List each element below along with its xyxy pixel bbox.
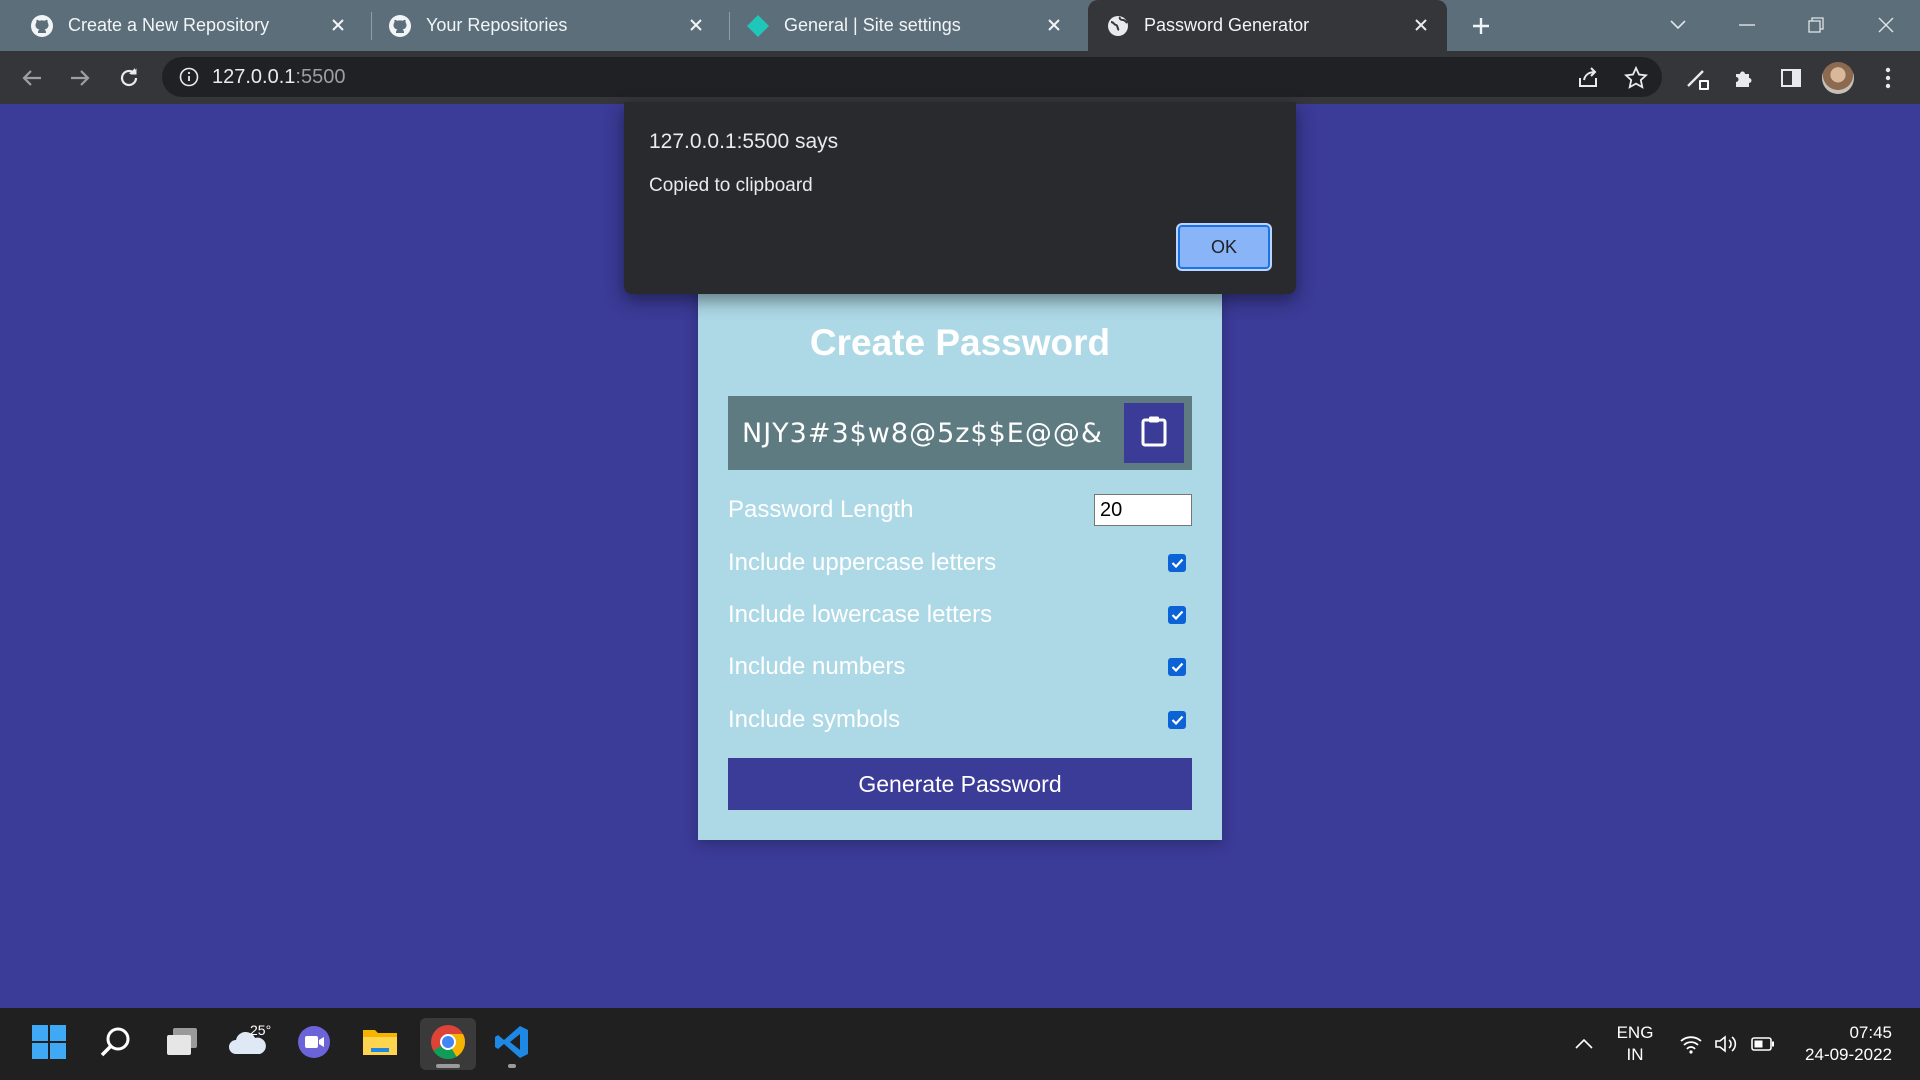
generate-password-button[interactable]: Generate Password [728,758,1192,810]
ok-button[interactable]: OK [1176,223,1272,271]
option-uppercase-row: Include uppercase letters [728,546,1192,580]
window-close-icon[interactable] [1866,8,1906,42]
github-icon [30,14,54,38]
vscode-icon [494,1024,530,1065]
forward-icon[interactable] [64,62,96,94]
search-button[interactable] [90,1018,142,1070]
tab-strip: Create a New Repository Your Repositorie… [0,0,1920,51]
language-indicator[interactable]: ENG IN [1610,1022,1660,1066]
tab-password-generator[interactable]: Password Generator [1088,0,1447,51]
tab-separator [729,12,730,40]
option-numbers-row: Include numbers [728,650,1192,684]
numbers-checkbox[interactable] [1168,658,1186,676]
bookmark-star-icon[interactable] [1622,64,1650,92]
volume-icon[interactable] [1712,1008,1742,1080]
tab-separator [371,12,372,40]
tab-your-repositories[interactable]: Your Repositories [376,0,722,51]
alert-title: 127.0.0.1:5500 says [649,130,839,153]
tab-title: Create a New Repository [68,15,270,35]
new-tab-button[interactable] [1466,11,1496,41]
option-label: Include numbers [728,653,906,680]
file-explorer-button[interactable] [354,1018,406,1070]
region-code: IN [1626,1045,1644,1064]
url-port: :5500 [295,65,346,88]
option-label: Include symbols [728,706,901,733]
copy-to-clipboard-button[interactable] [1124,403,1184,463]
page-title: Create Password [809,322,1111,363]
share-icon[interactable] [1574,64,1602,92]
restore-icon[interactable] [1796,8,1836,42]
weather-temperature: 25° [250,1022,272,1038]
option-label: Include lowercase letters [728,601,993,628]
taskbar: 25° ENG IN 07:45 24-09-2022 [0,1008,1920,1080]
task-view-icon [164,1026,200,1063]
close-icon[interactable] [1409,13,1433,37]
tab-search-icon[interactable] [1658,8,1698,42]
extension-pen-icon[interactable] [1685,64,1713,92]
chrome-button[interactable] [420,1018,476,1070]
reload-icon[interactable] [113,62,145,94]
generated-password: NJY3#3$w8@5z$$E@@& [742,418,1103,449]
globe-icon [1106,14,1130,38]
netlify-icon [746,14,770,38]
chrome-icon [430,1024,466,1065]
running-indicator [508,1064,516,1068]
close-icon[interactable] [1042,13,1066,37]
alert-dialog: 127.0.0.1:5500 says Copied to clipboard … [624,102,1296,294]
windows-logo-icon [31,1024,67,1065]
password-length-label: Password Length [728,496,914,523]
teams-chat-button[interactable] [288,1018,340,1070]
clock-date: 24-09-2022 [1805,1045,1892,1064]
clock[interactable]: 07:45 24-09-2022 [1780,1022,1892,1066]
password-length-input[interactable] [1094,494,1192,526]
battery-icon[interactable] [1748,1008,1778,1080]
tab-site-settings[interactable]: General | Site settings [734,0,1080,51]
tab-title: General | Site settings [784,15,961,35]
option-lowercase-row: Include lowercase letters [728,598,1192,632]
close-icon[interactable] [326,13,350,37]
url-host: 127.0.0.1 [212,65,296,88]
option-symbols-row: Include symbols [728,703,1192,737]
start-button[interactable] [23,1018,75,1070]
tab-title: Password Generator [1144,15,1310,35]
symbols-checkbox[interactable] [1168,711,1186,729]
show-hidden-icons-chevron-up-icon[interactable] [1568,1008,1600,1080]
site-info-icon[interactable] [178,66,200,88]
password-length-row: Password Length [728,493,1192,527]
minimize-icon[interactable] [1727,8,1767,42]
running-indicator [436,1064,460,1068]
alert-message: Copied to clipboard [649,175,813,196]
clock-time: 07:45 [1849,1023,1892,1042]
address-bar[interactable]: 127.0.0.1:5500 [162,57,1662,97]
language-code: ENG [1616,1023,1654,1042]
extensions-puzzle-icon[interactable] [1730,64,1758,92]
clipboard-icon [1141,415,1167,452]
more-menu-icon[interactable] [1874,64,1902,92]
lowercase-checkbox[interactable] [1168,606,1186,624]
task-view-button[interactable] [156,1018,208,1070]
github-icon [388,14,412,38]
tab-create-repository[interactable]: Create a New Repository [18,0,364,51]
password-generator-card: Create Password NJY3#3$w8@5z$$E@@& Passw… [698,282,1222,840]
uppercase-checkbox[interactable] [1168,554,1186,572]
folder-icon [361,1026,399,1063]
tab-title: Your Repositories [426,15,568,35]
profile-avatar[interactable] [1822,62,1854,94]
chat-camera-icon [296,1024,332,1065]
back-icon[interactable] [16,62,48,94]
password-result-box: NJY3#3$w8@5z$$E@@& [728,396,1192,470]
side-panel-icon[interactable] [1777,64,1805,92]
wifi-icon[interactable] [1676,1008,1706,1080]
option-label: Include uppercase letters [728,549,997,576]
browser-toolbar: 127.0.0.1:5500 [0,51,1920,104]
vscode-button[interactable] [486,1018,538,1070]
search-icon [99,1025,133,1064]
close-icon[interactable] [684,13,708,37]
